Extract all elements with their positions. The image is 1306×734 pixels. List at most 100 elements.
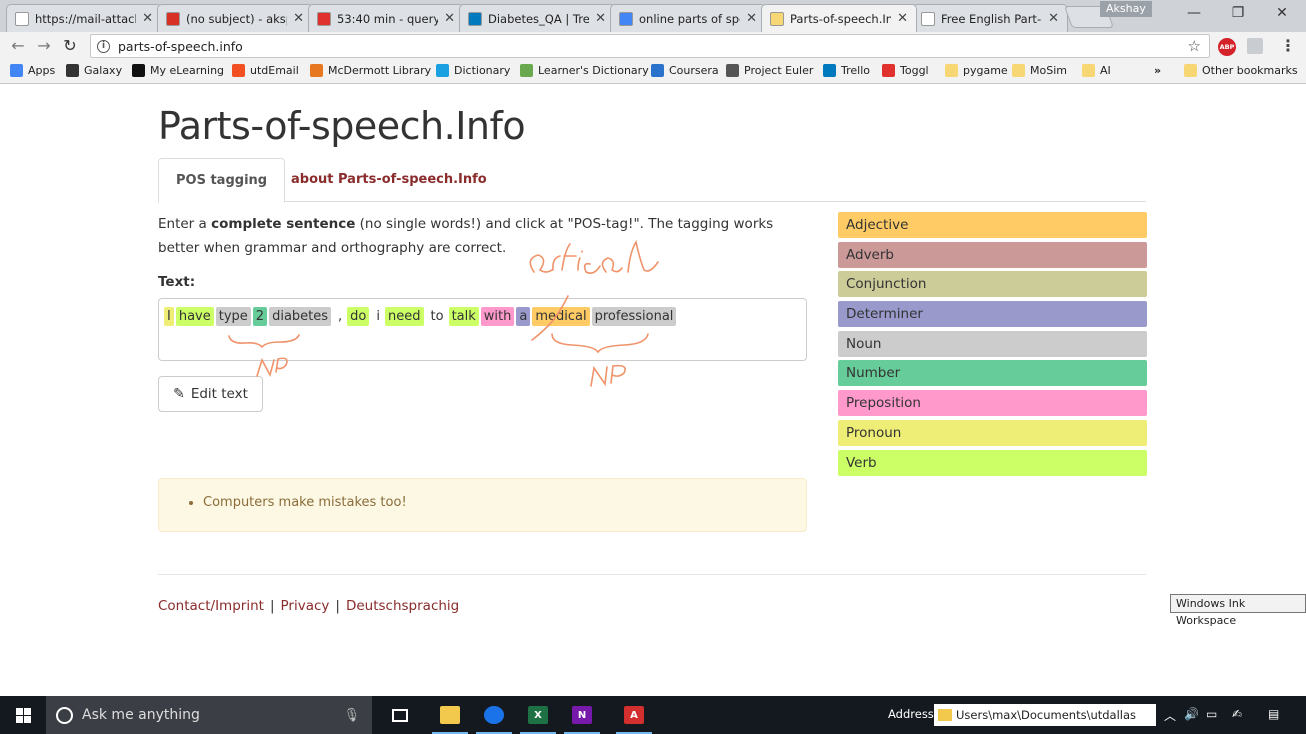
browser-tab[interactable]: https://mail-attach ✕ xyxy=(6,4,162,32)
browser-tab[interactable]: Diabetes_QA | Trel ✕ xyxy=(459,4,615,32)
bookmark-item[interactable]: My eLearning xyxy=(132,64,224,77)
page-nav-tabs: POS tagging about Parts-of-speech.Info xyxy=(158,158,1146,203)
forward-icon[interactable]: → xyxy=(34,36,54,56)
favicon-icon xyxy=(770,11,784,26)
microphone-icon[interactable]: 🎙 xyxy=(343,708,360,723)
browser-tab[interactable]: online parts of spe ✕ xyxy=(610,4,766,32)
browser-tab[interactable]: (no subject) - aksp ✕ xyxy=(157,4,313,32)
folder-icon xyxy=(938,709,952,721)
excel-taskbar-icon[interactable]: X xyxy=(516,696,560,734)
acrobat-taskbar-icon[interactable]: A xyxy=(612,696,656,734)
cortana-search-box[interactable]: Ask me anything 🎙 xyxy=(46,696,372,734)
close-tab-icon[interactable]: ✕ xyxy=(897,11,908,26)
close-tab-icon[interactable]: ✕ xyxy=(444,11,455,26)
contact-link[interactable]: Contact/Imprint xyxy=(158,598,264,614)
close-tab-icon[interactable]: ✕ xyxy=(142,11,153,26)
close-tab-icon[interactable]: ✕ xyxy=(293,11,304,26)
bookmark-item[interactable]: AI xyxy=(1082,64,1111,77)
german-link[interactable]: Deutschsprachig xyxy=(346,598,459,614)
address-bar[interactable]: i parts-of-speech.info ☆ xyxy=(90,34,1210,58)
browser-tab[interactable]: Parts-of-speech.In ✕ xyxy=(761,4,917,32)
windows-taskbar: Ask me anything 🎙 XNA Address Users\max\… xyxy=(0,696,1306,734)
bookmark-item[interactable]: MoSim xyxy=(1012,64,1067,77)
address-toolbar-input[interactable]: Users\max\Documents\utdallas xyxy=(934,704,1156,726)
task-view-icon[interactable] xyxy=(378,696,422,734)
footer: Contact/Imprint | Privacy | Deutschsprachig xyxy=(158,598,460,614)
bookmark-icon xyxy=(232,64,245,77)
action-center-icon[interactable]: ▤ xyxy=(1268,707,1279,721)
reload-icon[interactable]: ↻ xyxy=(60,36,80,56)
bookmark-icon xyxy=(10,64,23,77)
bookmark-icon xyxy=(726,64,739,77)
network-icon[interactable]: ▭ xyxy=(1206,707,1217,721)
favicon-icon xyxy=(468,11,482,26)
legend-item: Noun xyxy=(838,330,1147,357)
legend-item: Adjective xyxy=(838,212,1147,238)
pos-token: professional xyxy=(591,307,677,326)
minimize-icon[interactable]: — xyxy=(1172,0,1216,26)
onenote-taskbar-icon[interactable]: N xyxy=(560,696,604,734)
bookmark-item[interactable]: Learner's Dictionary xyxy=(520,64,649,77)
bookmark-icon xyxy=(945,64,958,77)
browser-menu-icon[interactable]: ⋮ xyxy=(1280,36,1296,55)
bookmark-item[interactable]: Apps xyxy=(10,64,55,77)
bookmark-icon xyxy=(1012,64,1025,77)
back-icon[interactable]: ← xyxy=(8,36,28,56)
ink-np-2 xyxy=(590,364,626,387)
favicon-icon xyxy=(921,11,935,26)
folder-icon xyxy=(1184,64,1197,77)
close-tab-icon[interactable]: ✕ xyxy=(595,11,606,26)
extension-icon[interactable] xyxy=(1247,38,1263,54)
text-label: Text: xyxy=(158,274,196,290)
restore-icon[interactable]: ❐ xyxy=(1216,0,1260,26)
pen-icon[interactable]: ✍ xyxy=(1232,707,1242,721)
warning-text: Computers make mistakes too! xyxy=(203,495,407,510)
bookmark-icon xyxy=(132,64,145,77)
tab-pos-tagging[interactable]: POS tagging xyxy=(158,158,286,203)
close-tab-icon[interactable]: ✕ xyxy=(1048,11,1059,26)
bookmark-item[interactable]: McDermott Library xyxy=(310,64,431,77)
pos-token: i xyxy=(376,309,381,324)
close-tab-icon[interactable]: ✕ xyxy=(746,11,757,26)
bookmark-item[interactable]: Galaxy xyxy=(66,64,122,77)
profile-button[interactable]: Akshay xyxy=(1100,1,1152,17)
browser-toolbar: ← → ↻ i parts-of-speech.info ☆ ABP ⋮ xyxy=(0,32,1306,60)
bookmark-item[interactable]: Trello xyxy=(823,64,870,77)
legend-item: Adverb xyxy=(838,241,1147,268)
bookmark-item[interactable]: Dictionary xyxy=(436,64,510,77)
volume-icon[interactable]: 🔊 xyxy=(1184,707,1199,721)
chevron-up-icon[interactable]: ︿ xyxy=(1164,707,1176,724)
bookmark-item[interactable]: pygame xyxy=(945,64,1008,77)
bookmark-icon xyxy=(520,64,533,77)
edit-icon: ✎ xyxy=(173,386,185,402)
windows-ink-tooltip: Windows Ink Workspace xyxy=(1170,594,1306,627)
file-explorer-taskbar-icon[interactable] xyxy=(428,696,472,734)
browser-tab[interactable]: Free English Part-o ✕ xyxy=(912,4,1068,32)
bookmark-item[interactable]: Toggl xyxy=(882,64,929,77)
pos-token: with xyxy=(480,307,515,326)
close-window-icon[interactable]: ✕ xyxy=(1260,0,1304,26)
tab-about[interactable]: about Parts-of-speech.Info xyxy=(274,158,504,203)
edit-text-button[interactable]: ✎ Edit text xyxy=(158,376,263,412)
bookmark-icon xyxy=(66,64,79,77)
browser-tab[interactable]: 53:40 min - query ✕ xyxy=(308,4,464,32)
privacy-link[interactable]: Privacy xyxy=(281,598,330,614)
bookmark-item[interactable]: Project Euler xyxy=(726,64,813,77)
pos-token: need xyxy=(385,307,424,326)
start-button[interactable] xyxy=(0,696,46,734)
bookmark-star-icon[interactable]: ☆ xyxy=(1188,37,1201,55)
other-bookmarks[interactable]: Other bookmarks xyxy=(1184,64,1298,77)
chrome-taskbar-icon[interactable] xyxy=(472,696,516,734)
browser-tab-strip: https://mail-attach ✕ (no subject) - aksp ✕… xyxy=(0,0,1306,32)
adblock-extension-icon[interactable]: ABP xyxy=(1218,38,1236,56)
pos-token: a xyxy=(516,307,531,326)
cortana-icon xyxy=(56,706,73,724)
pos-token: 2 xyxy=(252,307,268,326)
bookmark-item[interactable]: utdEmail xyxy=(232,64,299,77)
url-text: parts-of-speech.info xyxy=(118,38,243,54)
info-icon[interactable]: i xyxy=(97,39,110,53)
pos-token: to xyxy=(430,309,444,324)
bookmarks-overflow-icon[interactable]: » xyxy=(1154,64,1161,77)
pos-token: do xyxy=(347,307,370,326)
bookmark-item[interactable]: Coursera xyxy=(651,64,719,77)
